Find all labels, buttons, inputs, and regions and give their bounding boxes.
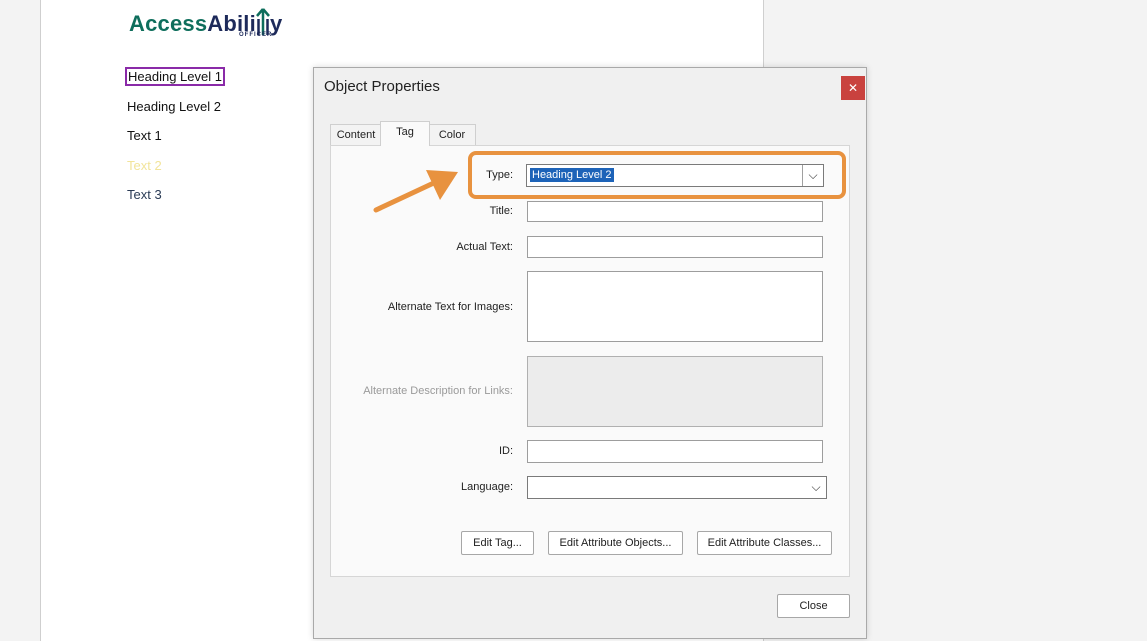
logo-text-access: Access xyxy=(129,11,208,36)
alt-desc-field xyxy=(527,356,823,427)
tab-content[interactable]: Content xyxy=(330,124,382,145)
accessability-logo: AccessAbili y OFFICER xyxy=(129,6,282,42)
alt-desc-label: Alternate Description for Links: xyxy=(363,385,513,397)
edit-tag-button[interactable]: Edit Tag... xyxy=(461,531,534,555)
doc-item-heading-1[interactable]: Heading Level 1 xyxy=(125,67,225,86)
pointer-arrow-icon xyxy=(373,170,458,213)
close-icon[interactable]: ✕ xyxy=(841,76,865,100)
tab-color[interactable]: Color xyxy=(428,124,476,145)
close-button[interactable]: Close xyxy=(777,594,850,618)
dialog-title: Object Properties xyxy=(324,78,440,95)
edit-attribute-objects-button[interactable]: Edit Attribute Objects... xyxy=(548,531,683,555)
alt-text-field[interactable] xyxy=(527,271,823,342)
actual-text-label: Actual Text: xyxy=(456,241,513,253)
title-field[interactable] xyxy=(527,201,823,222)
logo-subtitle: OFFICER xyxy=(239,32,273,38)
actual-text-field[interactable] xyxy=(527,236,823,258)
doc-item-text-2[interactable]: Text 2 xyxy=(127,158,162,173)
doc-item-text-1[interactable]: Text 1 xyxy=(127,128,162,143)
id-field[interactable] xyxy=(527,440,823,463)
id-label: ID: xyxy=(498,445,513,457)
doc-item-heading-2[interactable]: Heading Level 2 xyxy=(127,99,221,114)
doc-item-text-3[interactable]: Text 3 xyxy=(127,187,162,202)
edit-attribute-classes-button[interactable]: Edit Attribute Classes... xyxy=(697,531,832,555)
type-highlight-box xyxy=(468,151,846,199)
alt-text-label: Alternate Text for Images: xyxy=(387,301,513,313)
language-label: Language: xyxy=(461,481,513,493)
chevron-down-icon[interactable]: ⌵ xyxy=(806,477,826,498)
language-combobox[interactable]: ⌵ xyxy=(527,476,827,499)
tab-tag[interactable]: Tag xyxy=(380,121,430,146)
